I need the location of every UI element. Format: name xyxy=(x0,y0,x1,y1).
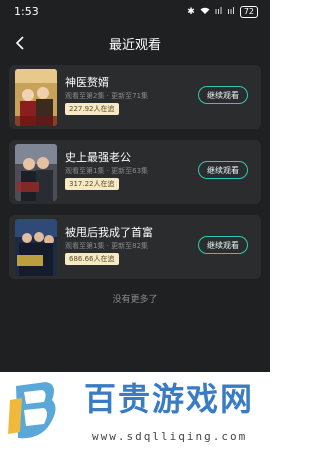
card-progress: 观看至第2集 · 更新至71集 xyxy=(65,92,149,100)
card-title: 被甩后我成了首富 xyxy=(65,226,153,239)
follower-badge: 686.66人在追 xyxy=(65,253,119,265)
history-card[interactable]: 被甩后我成了首富 观看至第1集 · 更新至82集 686.66人在追 继续观看 xyxy=(9,215,261,279)
history-card[interactable]: 史上最强老公 观看至第1集 · 更新至63集 317.22人在追 继续观看 xyxy=(9,140,261,204)
signal-icon-2: ııl xyxy=(227,7,235,17)
follower-badge: 317.22人在追 xyxy=(65,178,119,190)
watermark-title: 百贵游戏网 xyxy=(84,380,255,418)
battery-icon: 72 xyxy=(239,6,258,18)
watermark-banner: 百贵游戏网 www.sdqlliqing.com xyxy=(0,372,270,450)
continue-watching-button[interactable]: 继续观看 xyxy=(198,161,248,179)
poster-image[interactable] xyxy=(15,69,57,126)
status-bar: 1:53 ✱ ııl ııl 72 xyxy=(0,0,270,24)
follower-badge: 227.92人在追 xyxy=(65,103,119,115)
wifi-icon xyxy=(200,7,210,18)
poster-image[interactable] xyxy=(15,219,57,276)
signal-icon: ııl xyxy=(214,7,223,17)
card-progress: 观看至第1集 · 更新至63集 xyxy=(65,167,149,175)
app-screen: 1:53 ✱ ııl ııl 72 最近观看 神医赘婿 观看至第2集 · 更新至… xyxy=(0,0,270,372)
bluetooth-icon: ✱ xyxy=(187,7,195,17)
site-logo-icon xyxy=(8,382,56,439)
end-of-list-text: 没有更多了 xyxy=(112,295,158,305)
status-icons: ✱ ııl ııl 72 xyxy=(187,4,258,20)
card-title: 神医赘婿 xyxy=(65,76,109,89)
watermark-url: www.sdqlliqing.com xyxy=(92,430,248,443)
nav-bar: 最近观看 xyxy=(0,28,270,58)
continue-watching-button[interactable]: 继续观看 xyxy=(198,236,248,254)
continue-watching-button[interactable]: 继续观看 xyxy=(198,86,248,104)
status-time: 1:53 xyxy=(14,5,39,18)
card-progress: 观看至第1集 · 更新至82集 xyxy=(65,242,149,250)
poster-image[interactable] xyxy=(15,144,57,201)
card-title: 史上最强老公 xyxy=(65,151,131,164)
history-card[interactable]: 神医赘婿 观看至第2集 · 更新至71集 227.92人在追 继续观看 xyxy=(9,65,261,129)
page-title: 最近观看 xyxy=(108,38,161,53)
